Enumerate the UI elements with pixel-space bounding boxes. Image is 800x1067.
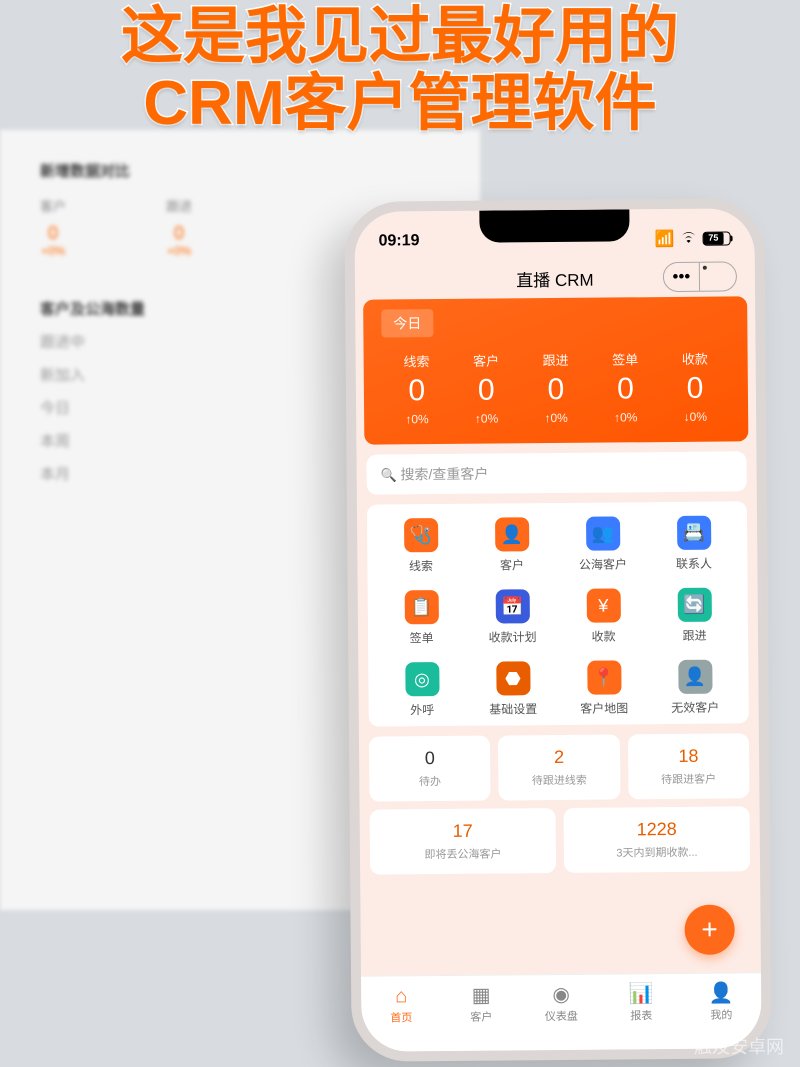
quick-actions-grid: 🩺线索👤客户👥公海客户📇联系人 📋签单📅收款计划¥收款🔄跟进 ◎外呼⬣基础设置📍客户… <box>367 501 749 726</box>
stat-客户[interactable]: 客户00% <box>451 350 521 426</box>
grid-签单[interactable]: 📋签单 <box>376 590 467 647</box>
stats-row: 线索00%客户00%跟进00%签单00%收款00% <box>382 348 731 426</box>
notch <box>479 209 629 242</box>
add-fab[interactable]: + <box>684 904 734 954</box>
card-待办[interactable]: 0待办 <box>369 736 491 802</box>
card-待跟进客户[interactable]: 18待跟进客户 <box>628 733 750 799</box>
客户-icon: 👤 <box>495 517 529 551</box>
search-input[interactable]: 搜索/查重客户 <box>366 451 746 494</box>
客户地图-icon: 📍 <box>587 660 621 694</box>
summary-cards: 0待办2待跟进线索18待跟进客户 17即将丢公海客户12283天内到期收款... <box>369 733 750 882</box>
battery-icon: 75 <box>703 231 731 245</box>
联系人-icon: 📇 <box>677 516 711 550</box>
more-icon[interactable]: ••• <box>664 263 700 291</box>
收款计划-icon: 📅 <box>495 589 529 623</box>
card-即将丢公海客户[interactable]: 17即将丢公海客户 <box>370 808 557 875</box>
header: 直播 CRM ••• <box>355 256 755 299</box>
首页-icon: ⌂ <box>395 986 407 1006</box>
stat-签单[interactable]: 签单00% <box>590 349 660 425</box>
tab-首页[interactable]: ⌂首页 <box>361 976 442 1036</box>
today-chip[interactable]: 今日 <box>381 309 433 337</box>
grid-联系人[interactable]: 📇联系人 <box>648 515 739 572</box>
grid-客户[interactable]: 👤客户 <box>466 517 557 574</box>
card-待跟进线索[interactable]: 2待跟进线索 <box>498 734 620 800</box>
wifi-icon <box>681 230 697 248</box>
grid-跟进[interactable]: 🔄跟进 <box>649 587 740 644</box>
tab-我的[interactable]: 👤我的 <box>681 973 762 1033</box>
watermark: 触及安卓网 <box>694 1033 784 1059</box>
grid-收款[interactable]: ¥收款 <box>558 588 649 645</box>
grid-线索[interactable]: 🩺线索 <box>375 518 466 575</box>
仪表盘-icon: ◉ <box>552 985 570 1005</box>
我的-icon: 👤 <box>709 983 734 1003</box>
status-time: 09:19 <box>379 232 420 250</box>
card-3天内到期收款...[interactable]: 12283天内到期收款... <box>564 806 751 873</box>
stat-收款[interactable]: 收款00% <box>660 348 730 424</box>
tab-仪表盘[interactable]: ◉仪表盘 <box>521 975 602 1035</box>
收款-icon: ¥ <box>586 588 620 622</box>
miniprogram-controls: ••• <box>663 261 737 292</box>
客户-icon: ▦ <box>472 986 491 1006</box>
bg-section-title: 新增数据对比 <box>40 160 440 181</box>
stat-线索[interactable]: 线索00% <box>382 351 452 427</box>
today-hero-card: 今日 线索00%客户00%跟进00%签单00%收款00% <box>363 296 748 444</box>
grid-收款计划[interactable]: 📅收款计划 <box>467 589 558 646</box>
grid-客户地图[interactable]: 📍客户地图 <box>558 660 649 717</box>
线索-icon: 🩺 <box>404 518 438 552</box>
signal-icon: 📶 <box>655 229 675 249</box>
stat-跟进[interactable]: 跟进00% <box>521 350 591 426</box>
promo-headline: 这是我见过最好用的 CRM客户管理软件 <box>0 4 800 138</box>
phone-screen: 09:19 📶 75 直播 CRM ••• 今日 线索00%客户0 <box>354 208 761 1051</box>
跟进-icon: 🔄 <box>677 588 711 622</box>
close-icon[interactable] <box>700 262 736 290</box>
外呼-icon: ◎ <box>405 662 439 696</box>
公海客户-icon: 👥 <box>586 516 620 550</box>
grid-公海客户[interactable]: 👥公海客户 <box>557 516 648 573</box>
page-title: 直播 CRM <box>516 265 594 291</box>
报表-icon: 📊 <box>629 984 654 1004</box>
tab-客户[interactable]: ▦客户 <box>441 975 522 1035</box>
tab-报表[interactable]: 📊报表 <box>601 974 682 1034</box>
grid-基础设置[interactable]: ⬣基础设置 <box>467 661 558 718</box>
grid-外呼[interactable]: ◎外呼 <box>376 662 467 719</box>
phone-frame: 09:19 📶 75 直播 CRM ••• 今日 线索00%客户0 <box>344 198 771 1062</box>
无效客户-icon: 👤 <box>678 660 712 694</box>
基础设置-icon: ⬣ <box>496 661 530 695</box>
签单-icon: 📋 <box>404 590 438 624</box>
grid-无效客户[interactable]: 👤无效客户 <box>649 659 740 716</box>
